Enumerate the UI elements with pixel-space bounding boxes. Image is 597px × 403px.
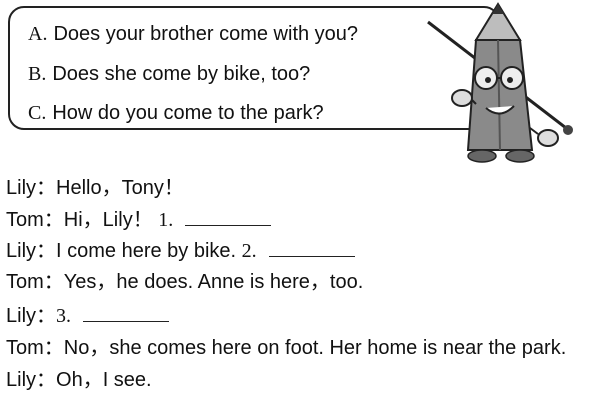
speaker-label: Lily： [6,305,57,327]
line-text: Oh，I see. [56,369,152,391]
speaker-label: Tom： [6,271,64,293]
option-letter: B. [28,63,47,85]
speaker-label: Tom： [6,209,64,231]
option-letter: A. [28,23,48,45]
line-text: No，she comes here on foot. Her home is n… [63,337,567,359]
answer-blank[interactable] [83,303,170,322]
speaker-label: Lily： [6,177,57,199]
dialogue-line: Tom：Hi，Lily！ 1. [6,207,272,232]
blank-number: 1. [158,209,174,231]
option-letter: C. [28,102,47,124]
line-text: Hello，Tony！ [56,177,184,199]
pencil-mascot-icon [427,2,573,163]
dialogue-line: Lily：Hello，Tony！ [6,176,184,200]
dialogue-line: Tom：No，she comes here on foot. Her home … [6,336,566,360]
speaker-label: Tom： [6,337,64,359]
line-text: Hi，Lily！ [63,209,153,231]
dialogue-line: Tom：Yes，he does. Anne is here，too. [6,270,363,294]
dialogue-line: Lily：3. [6,303,170,328]
dialogue-line: Lily：I come here by bike. 2. [6,238,355,263]
line-text: Yes，he does. Anne is here，too. [63,271,364,293]
line-text: I come here by bike. [56,240,237,262]
blank-number: 3. [56,305,72,327]
blank-number: 2. [241,240,257,262]
answer-blank[interactable] [185,207,272,226]
option-text: How do you come to the park? [52,102,324,124]
speaker-label: Lily： [6,369,57,391]
dialogue-line: Lily：Oh，I see. [6,368,152,392]
option-text: Does she come by bike, too? [52,63,311,85]
option-c: C. How do you come to the park? [28,102,324,125]
option-a: A. Does your brother come with you? [28,23,358,46]
answer-blank[interactable] [268,238,355,257]
option-b: B. Does she come by bike, too? [28,63,310,86]
speaker-label: Lily： [6,240,57,262]
option-text: Does your brother come with you? [53,23,359,45]
